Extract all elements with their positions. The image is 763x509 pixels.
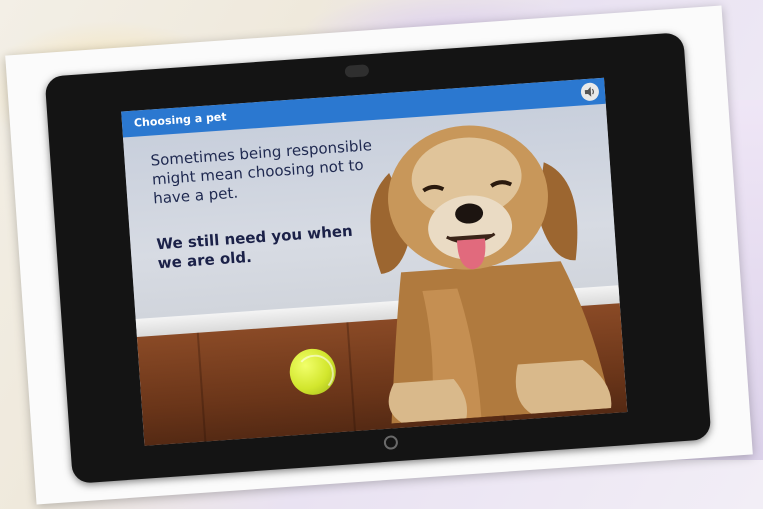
camera-icon	[344, 64, 370, 78]
tablet-device: Sometimes being responsible might mean c…	[44, 32, 712, 484]
tablet-screen[interactable]: Sometimes being responsible might mean c…	[121, 77, 628, 446]
speaker-icon[interactable]	[580, 82, 600, 102]
golden-retriever-image	[370, 125, 612, 424]
home-button-icon[interactable]	[383, 435, 399, 451]
slide-title: Choosing a pet	[133, 110, 227, 130]
